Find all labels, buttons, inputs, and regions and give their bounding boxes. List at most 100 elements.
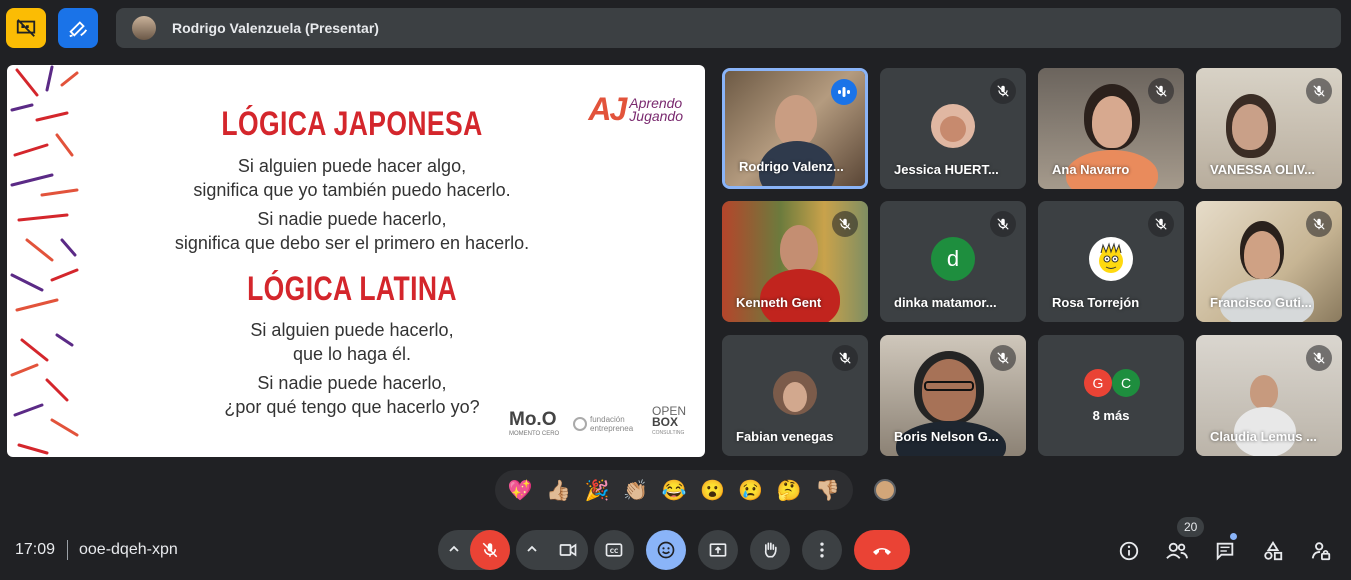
block-2: Si nadie puede hacerlo, significa que de… bbox=[174, 209, 530, 253]
divider bbox=[67, 540, 68, 560]
reaction-surprised[interactable]: 😮 bbox=[700, 478, 725, 503]
participant-tile[interactable]: VANESSA OLIV... bbox=[1196, 68, 1342, 189]
participant-name: Jessica HUERT... bbox=[894, 162, 999, 177]
mic-off-icon bbox=[482, 542, 498, 558]
participant-tile[interactable]: Fabian venegas bbox=[722, 335, 868, 456]
speaking-indicator-icon bbox=[831, 79, 857, 105]
avatar bbox=[1089, 237, 1133, 281]
captions-button[interactable]: CC bbox=[594, 530, 634, 570]
mic-off-icon bbox=[990, 211, 1016, 237]
annotate-button[interactable] bbox=[58, 8, 98, 48]
present-off-button[interactable] bbox=[6, 8, 46, 48]
mic-off-icon bbox=[990, 78, 1016, 104]
present-screen-icon bbox=[709, 543, 727, 557]
hang-up-icon bbox=[873, 548, 891, 555]
participant-name: Rodrigo Valenz... bbox=[739, 159, 844, 174]
presenter-bar: Rodrigo Valenzuela (Presentar) bbox=[116, 8, 1341, 48]
more-participants-tile[interactable]: G C 8 más bbox=[1038, 335, 1184, 456]
participant-tile[interactable]: d dinka matamor... bbox=[880, 201, 1026, 322]
participant-name: VANESSA OLIV... bbox=[1210, 162, 1315, 177]
mic-off-icon bbox=[1148, 78, 1174, 104]
skin-tone-selector[interactable] bbox=[874, 479, 896, 501]
mic-off-icon bbox=[832, 345, 858, 371]
presenter-avatar bbox=[132, 16, 156, 40]
mic-off-icon bbox=[1306, 211, 1332, 237]
more-count-label: 8 más bbox=[1092, 408, 1130, 423]
lock-person-icon bbox=[1311, 542, 1331, 561]
heading-japonesa: LÓGICA JAPONESA bbox=[221, 105, 483, 143]
participant-tile[interactable]: Francisco Guti... bbox=[1196, 201, 1342, 322]
clock: 17:09 bbox=[15, 541, 56, 558]
participant-name: dinka matamor... bbox=[894, 295, 997, 310]
host-controls-button[interactable] bbox=[1308, 538, 1334, 564]
reaction-party[interactable]: 🎉 bbox=[585, 478, 610, 503]
chat-icon bbox=[1216, 542, 1234, 561]
more-vertical-icon bbox=[820, 542, 824, 558]
reaction-thumbs-down[interactable]: 👎🏼 bbox=[815, 478, 840, 503]
participant-name: Ana Navarro bbox=[1052, 162, 1130, 177]
reactions-button[interactable] bbox=[646, 530, 686, 570]
reaction-thinking[interactable]: 🤔 bbox=[777, 478, 802, 503]
fundacion-logo-icon bbox=[573, 417, 587, 431]
participant-name: Claudia Lemus ... bbox=[1210, 429, 1317, 444]
camera-toggle-button[interactable] bbox=[548, 530, 588, 570]
leave-call-button[interactable] bbox=[854, 530, 910, 570]
activities-button[interactable] bbox=[1260, 538, 1286, 564]
mic-toggle-button[interactable] bbox=[470, 530, 510, 570]
participant-name: Rosa Torrejón bbox=[1052, 295, 1140, 310]
participant-name: Francisco Guti... bbox=[1210, 295, 1312, 310]
block-3: Si alguien puede hacerlo, que lo haga él… bbox=[250, 320, 454, 364]
participant-name: Kenneth Gent bbox=[736, 295, 822, 310]
camera-control-group bbox=[516, 530, 588, 570]
cartoon-avatar-icon bbox=[1099, 242, 1123, 273]
presentation-off-icon bbox=[16, 19, 36, 37]
present-screen-button[interactable] bbox=[698, 530, 738, 570]
info-icon bbox=[1119, 541, 1139, 561]
chevron-up-icon[interactable] bbox=[526, 543, 538, 558]
mic-off-icon bbox=[990, 345, 1016, 371]
smiley-icon bbox=[657, 541, 675, 559]
people-button[interactable] bbox=[1164, 538, 1190, 564]
participant-tile[interactable]: Rosa Torrejón bbox=[1038, 201, 1184, 322]
block-1: Si alguien puede hacer algo, significa q… bbox=[193, 156, 511, 200]
shapes-icon bbox=[1264, 541, 1283, 561]
reactions-bar: 💖 👍🏼 🎉 👏🏼 😂 😮 😢 🤔 👎🏼 bbox=[495, 470, 853, 510]
chevron-up-icon[interactable] bbox=[448, 543, 460, 558]
mic-control-group bbox=[438, 530, 510, 570]
participant-tile[interactable]: Ana Navarro bbox=[1038, 68, 1184, 189]
participant-tile[interactable]: Boris Nelson G... bbox=[880, 335, 1026, 456]
participant-count-badge: 20 bbox=[1177, 517, 1205, 537]
presenter-label: Rodrigo Valenzuela (Presentar) bbox=[172, 20, 379, 36]
people-icon bbox=[1166, 542, 1188, 559]
reaction-laugh[interactable]: 😂 bbox=[662, 478, 687, 503]
decorative-stripes bbox=[10, 65, 79, 455]
mic-off-icon bbox=[1306, 78, 1332, 104]
meeting-code: ooe-dqeh-xpn bbox=[79, 541, 178, 558]
more-options-button[interactable] bbox=[802, 530, 842, 570]
mic-off-icon bbox=[1306, 345, 1332, 371]
closed-captions-icon: CC bbox=[605, 543, 623, 557]
meeting-info-button[interactable] bbox=[1116, 538, 1142, 564]
reaction-thumbs-up[interactable]: 👍🏼 bbox=[546, 478, 571, 503]
participant-tile[interactable]: Rodrigo Valenz... bbox=[722, 68, 868, 189]
reaction-heart[interactable]: 💖 bbox=[508, 478, 533, 503]
raise-hand-button[interactable] bbox=[750, 530, 790, 570]
reaction-sad[interactable]: 😢 bbox=[738, 478, 763, 503]
sponsor-momento-cero: Mo.O MOMENTO CERO bbox=[509, 409, 560, 437]
participant-tile[interactable]: Kenneth Gent bbox=[722, 201, 868, 322]
hand-icon bbox=[764, 542, 777, 558]
heading-latina: LÓGICA LATINA bbox=[247, 270, 457, 308]
avatar: G bbox=[1084, 369, 1112, 397]
shared-slide: AJ Aprendo Jugando LÓGICA JAPONESA Si al… bbox=[7, 65, 705, 457]
participant-name: Fabian venegas bbox=[736, 429, 834, 444]
video-camera-icon bbox=[559, 543, 577, 557]
chat-button[interactable] bbox=[1212, 538, 1238, 564]
reaction-clap[interactable]: 👏🏼 bbox=[623, 478, 648, 503]
avatar bbox=[931, 104, 975, 148]
mic-off-icon bbox=[832, 211, 858, 237]
participant-tile[interactable]: Jessica HUERT... bbox=[880, 68, 1026, 189]
participant-tile[interactable]: Claudia Lemus ... bbox=[1196, 335, 1342, 456]
pen-icon bbox=[69, 21, 88, 38]
mic-off-icon bbox=[1148, 211, 1174, 237]
notification-dot bbox=[1230, 533, 1237, 540]
